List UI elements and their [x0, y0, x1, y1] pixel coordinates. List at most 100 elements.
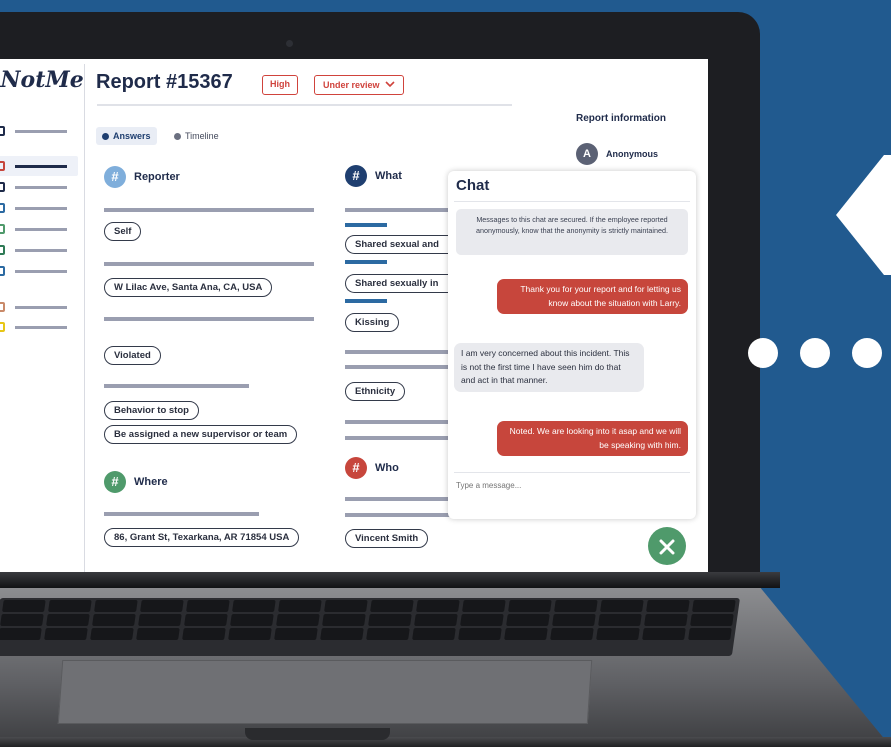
chat-input-divider	[454, 472, 690, 473]
question-placeholder	[345, 208, 455, 212]
section-where-header: # Where	[104, 471, 168, 493]
sidebar-item-1[interactable]	[0, 126, 67, 136]
sidebar-item-2[interactable]	[0, 156, 78, 176]
sidebar-item-3[interactable]	[0, 182, 67, 192]
tab-dot-icon	[102, 132, 109, 140]
answer-pill: Vincent Smith	[345, 529, 429, 548]
status-dropdown[interactable]: Under review	[314, 75, 404, 95]
laptop-notch	[245, 728, 390, 740]
dot-icon	[852, 338, 882, 368]
laptop-front-edge	[0, 737, 891, 747]
tab-answers[interactable]: Answers	[96, 127, 157, 145]
question-placeholder	[104, 208, 314, 212]
sidebar-item-9[interactable]	[0, 322, 67, 332]
avatar: A	[576, 143, 598, 165]
answer-pill: Be assigned a new supervisor or team	[104, 425, 298, 444]
tab-label: Timeline	[185, 131, 219, 141]
answer-pill: W Lilac Ave, Santa Ana, CA, USA	[104, 278, 273, 297]
ellipsis-decoration	[748, 338, 882, 368]
answer-pill: Self	[104, 222, 142, 241]
status-label: Under review	[323, 79, 380, 90]
section-reporter-header: # Reporter	[104, 166, 180, 188]
tab-label: Answers	[113, 131, 151, 141]
sidebar-item-6[interactable]	[0, 245, 67, 255]
chat-divider	[454, 201, 690, 202]
question-placeholder	[345, 350, 455, 354]
close-chat-button[interactable]	[648, 527, 686, 565]
sidebar-item-8[interactable]	[0, 302, 67, 312]
reporter-identity: A Anonymous	[576, 143, 658, 165]
question-placeholder	[104, 262, 314, 266]
sidebar-item-7[interactable]	[0, 266, 67, 276]
dot-icon	[748, 338, 778, 368]
sidebar-square-icon	[0, 224, 5, 234]
question-placeholder	[104, 317, 314, 321]
section-title: Who	[375, 462, 399, 474]
question-placeholder	[345, 497, 455, 501]
answer-pill: Violated	[104, 346, 161, 365]
dot-icon	[800, 338, 830, 368]
section-title: Where	[134, 476, 168, 488]
sidebar-square-icon	[0, 322, 5, 332]
reporter-name: Anonymous	[606, 149, 659, 159]
sidebar-item-placeholder	[15, 248, 67, 252]
app-logo[interactable]: #NotMe	[0, 67, 84, 93]
sidebar-item-5[interactable]	[0, 224, 67, 234]
hash-icon: #	[104, 471, 126, 493]
sidebar-square-icon	[0, 302, 5, 312]
answer-pill: Ethnicity	[345, 382, 406, 401]
sidebar-square-icon	[0, 266, 5, 276]
question-placeholder	[345, 513, 455, 517]
chat-message-outgoing: Noted. We are looking into it asap and w…	[497, 421, 688, 456]
option-marker	[345, 260, 387, 264]
chevron-down-icon	[384, 77, 395, 94]
sidebar-square-icon	[0, 182, 5, 192]
laptop-bezel: #NotMe Report #15367 High Under review	[0, 12, 760, 602]
laptop-screen: #NotMe Report #15367 High Under review	[0, 59, 708, 586]
chat-panel: Chat Messages to this chat are secured. …	[448, 171, 696, 519]
tab-dot-icon	[174, 132, 181, 140]
laptop-hinge	[0, 572, 780, 588]
answer-pill: 86, Grant St, Texarkana, AR 71854 USA	[104, 528, 300, 547]
option-marker	[345, 299, 387, 303]
chat-message-outgoing: Thank you for your report and for lettin…	[497, 279, 688, 314]
sidebar-item-placeholder	[15, 206, 67, 210]
close-icon	[659, 535, 675, 557]
webcam	[286, 40, 293, 47]
section-what-header: # What	[345, 165, 402, 187]
laptop-keyboard	[0, 598, 740, 656]
question-placeholder	[345, 365, 455, 369]
hash-icon: #	[345, 457, 367, 479]
tab-timeline[interactable]: Timeline	[168, 127, 225, 145]
sidebar-divider	[84, 64, 85, 586]
priority-badge: High	[262, 75, 298, 95]
question-placeholder	[345, 436, 455, 440]
section-title: What	[375, 170, 402, 182]
sidebar-square-icon	[0, 126, 5, 136]
chat-message-input[interactable]	[456, 477, 688, 493]
arrow-decoration	[836, 155, 891, 275]
sidebar-item-4[interactable]	[0, 203, 67, 213]
sidebar-item-placeholder	[15, 269, 67, 273]
chat-security-notice: Messages to this chat are secured. If th…	[456, 209, 688, 255]
hash-icon: #	[104, 166, 126, 188]
sidebar-item-placeholder	[15, 305, 67, 309]
section-who-header: # Who	[345, 457, 399, 479]
report-info-heading: Report information	[576, 113, 666, 124]
sidebar-item-placeholder	[15, 185, 67, 189]
sidebar-square-icon	[0, 161, 5, 171]
answer-pill: Behavior to stop	[104, 401, 199, 420]
page-title: Report #15367	[96, 71, 233, 93]
sidebar-item-placeholder	[15, 227, 67, 231]
answer-pill: Shared sexual and	[345, 235, 455, 254]
answer-pill: Shared sexually in	[345, 274, 455, 293]
question-placeholder	[345, 420, 455, 424]
question-placeholder	[104, 512, 259, 516]
sidebar-square-icon	[0, 203, 5, 213]
question-placeholder	[104, 384, 249, 388]
section-title: Reporter	[134, 171, 180, 183]
sidebar-item-placeholder	[15, 325, 67, 329]
chat-message-incoming: I am very concerned about this incident.…	[454, 343, 644, 392]
chat-title: Chat	[456, 177, 490, 194]
header-divider	[97, 104, 512, 106]
